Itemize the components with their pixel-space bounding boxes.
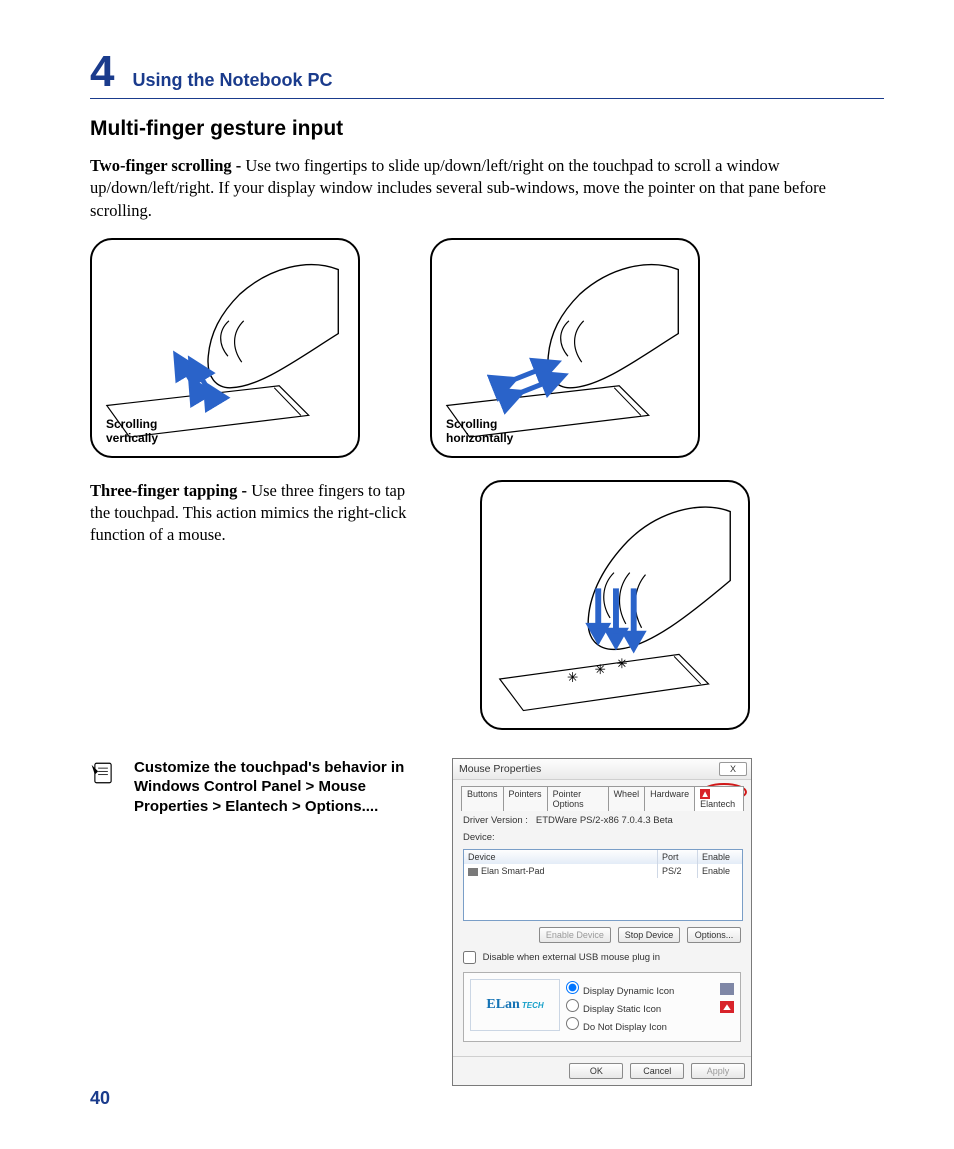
- device-port: PS/2: [658, 864, 698, 878]
- note-text: Customize the touchpad's behavior in Win…: [134, 758, 434, 817]
- elantech-icon: [700, 789, 710, 799]
- logo-main: ELan: [486, 997, 519, 1013]
- two-finger-paragraph: Two-finger scrolling - Use two fingertip…: [90, 155, 884, 222]
- dynamic-icon-preview: [720, 983, 734, 995]
- note-icon: [90, 760, 116, 786]
- radio-dynamic-label: Display Dynamic Icon: [583, 986, 674, 997]
- cancel-button[interactable]: Cancel: [630, 1063, 684, 1079]
- radio-dynamic-row[interactable]: Display Dynamic Icon: [566, 981, 734, 997]
- two-finger-label: Two-finger scrolling -: [90, 156, 245, 175]
- chapter-title: Using the Notebook PC: [132, 70, 332, 91]
- disable-usb-label: Disable when external USB mouse plug in: [483, 952, 660, 963]
- section-title: Multi-finger gesture input: [90, 117, 884, 141]
- device-row[interactable]: Elan Smart-Pad PS/2 Enable: [464, 864, 742, 878]
- device-enable: Enable: [698, 864, 742, 878]
- tab-wheel[interactable]: Wheel: [608, 786, 646, 812]
- driver-value: ETDWare PS/2-x86 7.0.4.3 Beta: [536, 815, 673, 826]
- figure-caption-horizontal: Scrolling horizontally: [446, 418, 513, 446]
- close-button[interactable]: X: [719, 762, 747, 776]
- note-row: Customize the touchpad's behavior in Win…: [90, 758, 884, 1087]
- ok-button[interactable]: OK: [569, 1063, 623, 1079]
- driver-version-line: Driver Version : ETDWare PS/2-x86 7.0.4.…: [463, 815, 743, 826]
- device-label: Device:: [463, 832, 743, 843]
- tab-pointer-options[interactable]: Pointer Options: [547, 786, 609, 812]
- tab-elantech[interactable]: Elantech: [694, 786, 744, 812]
- tab-elantech-label: Elantech: [700, 799, 735, 809]
- page-number: 40: [90, 1088, 110, 1109]
- chapter-number: 4: [90, 50, 114, 94]
- col-device: Device: [464, 850, 658, 864]
- three-finger-row: Three-finger tapping - Use three fingers…: [90, 480, 884, 730]
- disable-usb-checkbox-row: Disable when external USB mouse plug in: [463, 951, 741, 964]
- dialog-title: Mouse Properties: [459, 763, 541, 775]
- radio-none-label: Do Not Display Icon: [583, 1022, 667, 1033]
- tab-buttons[interactable]: Buttons: [461, 786, 504, 812]
- figure-scroll-horizontal: Scrolling horizontally: [430, 238, 700, 458]
- figure-scroll-vertical: Scrolling vertically: [90, 238, 360, 458]
- static-icon-preview: [720, 1001, 734, 1013]
- icon-display-panel: ELanTECH Display Dynamic Icon Display St…: [463, 972, 741, 1042]
- caption-line: vertically: [106, 431, 158, 445]
- radio-static[interactable]: [566, 999, 579, 1012]
- tab-hardware[interactable]: Hardware: [644, 786, 695, 812]
- device-name: Elan Smart-Pad: [464, 864, 658, 878]
- caption-line: Scrolling: [106, 417, 157, 431]
- options-button[interactable]: Options...: [687, 927, 741, 943]
- radio-static-row[interactable]: Display Static Icon: [566, 999, 734, 1015]
- three-finger-label: Three-finger tapping -: [90, 481, 251, 500]
- radio-none-row[interactable]: Do Not Display Icon: [566, 1017, 734, 1033]
- caption-line: horizontally: [446, 431, 513, 445]
- disable-usb-checkbox[interactable]: [463, 951, 476, 964]
- dialog-titlebar: Mouse Properties X: [453, 759, 751, 780]
- stop-device-button[interactable]: Stop Device: [618, 927, 681, 943]
- enable-device-button[interactable]: Enable Device: [539, 927, 611, 943]
- radio-none[interactable]: [566, 1017, 579, 1030]
- gesture-tap-svg: [482, 482, 748, 728]
- logo-sub: TECH: [522, 1001, 544, 1010]
- chapter-header: 4 Using the Notebook PC: [90, 50, 884, 99]
- elantech-logo: ELanTECH: [470, 979, 560, 1031]
- figure-row-scrolling: Scrolling vertically Scrolling horizonta…: [90, 238, 884, 458]
- figure-caption-vertical: Scrolling vertically: [106, 418, 158, 446]
- col-port: Port: [658, 850, 698, 864]
- figure-three-finger-tap: [480, 480, 750, 730]
- radio-dynamic[interactable]: [566, 981, 579, 994]
- apply-button[interactable]: Apply: [691, 1063, 745, 1079]
- three-finger-paragraph: Three-finger tapping - Use three fingers…: [90, 480, 410, 714]
- col-enable: Enable: [698, 850, 742, 864]
- tab-pointers[interactable]: Pointers: [503, 786, 548, 812]
- device-table: Device Port Enable Elan Smart-Pad PS/2 E…: [463, 849, 743, 921]
- driver-label: Driver Version :: [463, 815, 528, 826]
- caption-line: Scrolling: [446, 417, 497, 431]
- dialog-tabs: Buttons Pointers Pointer Options Wheel H…: [461, 786, 743, 812]
- mouse-properties-dialog: Mouse Properties X Buttons Pointers Poin…: [452, 758, 752, 1087]
- radio-static-label: Display Static Icon: [583, 1004, 661, 1015]
